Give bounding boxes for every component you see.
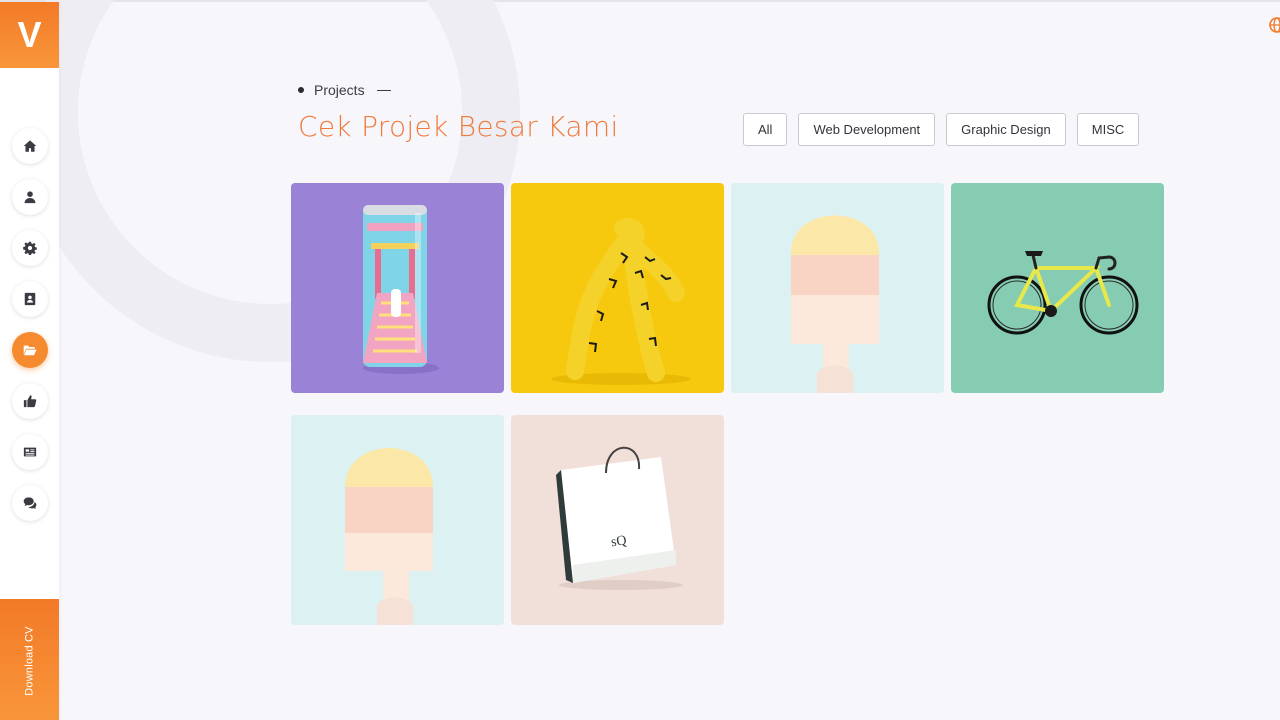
comments-icon bbox=[23, 497, 36, 509]
bullet-dot bbox=[298, 87, 304, 93]
sidebar-item-projects[interactable] bbox=[11, 332, 48, 368]
yellow-abstract-figure-thumbnail bbox=[511, 183, 724, 393]
sidebar-item-contact[interactable] bbox=[11, 485, 48, 521]
filter-graphic-design-button[interactable]: Graphic Design bbox=[946, 113, 1066, 146]
popsicle-thumbnail bbox=[731, 183, 944, 393]
section-subtitle: Projects bbox=[298, 82, 391, 98]
project-card-popsicle[interactable] bbox=[731, 183, 944, 393]
sidebar-item-blog[interactable] bbox=[11, 434, 48, 470]
home-icon bbox=[23, 140, 36, 152]
project-card-popsicle-2[interactable] bbox=[291, 415, 504, 625]
bicycle-thumbnail bbox=[951, 183, 1164, 393]
logo[interactable]: V bbox=[0, 2, 59, 68]
filter-web-development-button[interactable]: Web Development bbox=[798, 113, 936, 146]
sidebar-item-testimonials[interactable] bbox=[11, 383, 48, 419]
shopping-bag-thumbnail: sQ bbox=[511, 415, 724, 625]
dash-divider bbox=[376, 89, 391, 91]
project-card-shopping-bag[interactable]: sQ bbox=[511, 415, 724, 625]
globe-icon[interactable] bbox=[1269, 17, 1280, 33]
main-content: Projects Cek Projek Besar Kami All Web D… bbox=[0, 2, 1280, 720]
sidebar-item-services[interactable] bbox=[11, 230, 48, 266]
project-card-bicycle[interactable] bbox=[951, 183, 1164, 393]
download-cv-button[interactable]: Download CV bbox=[0, 599, 59, 720]
bag-brand-text: sQ bbox=[610, 533, 627, 550]
user-icon bbox=[24, 191, 35, 204]
project-card-soda-can[interactable] bbox=[291, 183, 504, 393]
filter-all-button[interactable]: All bbox=[743, 113, 788, 146]
logo-letter: V bbox=[17, 14, 42, 55]
project-filters: All Web Development Graphic Design MISC bbox=[743, 113, 1140, 146]
sidebar: V Download CV bbox=[0, 2, 59, 720]
sidebar-item-home[interactable] bbox=[11, 128, 48, 164]
popsicle-thumbnail bbox=[291, 415, 504, 625]
sidebar-nav bbox=[0, 128, 59, 536]
filter-misc-button[interactable]: MISC bbox=[1076, 113, 1140, 146]
page-title: Cek Projek Besar Kami bbox=[298, 110, 619, 143]
sidebar-item-resume[interactable] bbox=[11, 281, 48, 317]
section-subtitle-text: Projects bbox=[314, 82, 365, 98]
folder-open-icon bbox=[23, 345, 37, 356]
thumbs-up-icon bbox=[23, 395, 36, 408]
download-cv-label: Download CV bbox=[23, 625, 36, 696]
sidebar-item-about[interactable] bbox=[11, 179, 48, 215]
soda-can-thumbnail bbox=[291, 183, 504, 393]
address-book-icon bbox=[24, 292, 35, 306]
newspaper-icon bbox=[23, 447, 36, 457]
project-card-yellow-figure[interactable] bbox=[511, 183, 724, 393]
gear-icon bbox=[22, 241, 37, 255]
